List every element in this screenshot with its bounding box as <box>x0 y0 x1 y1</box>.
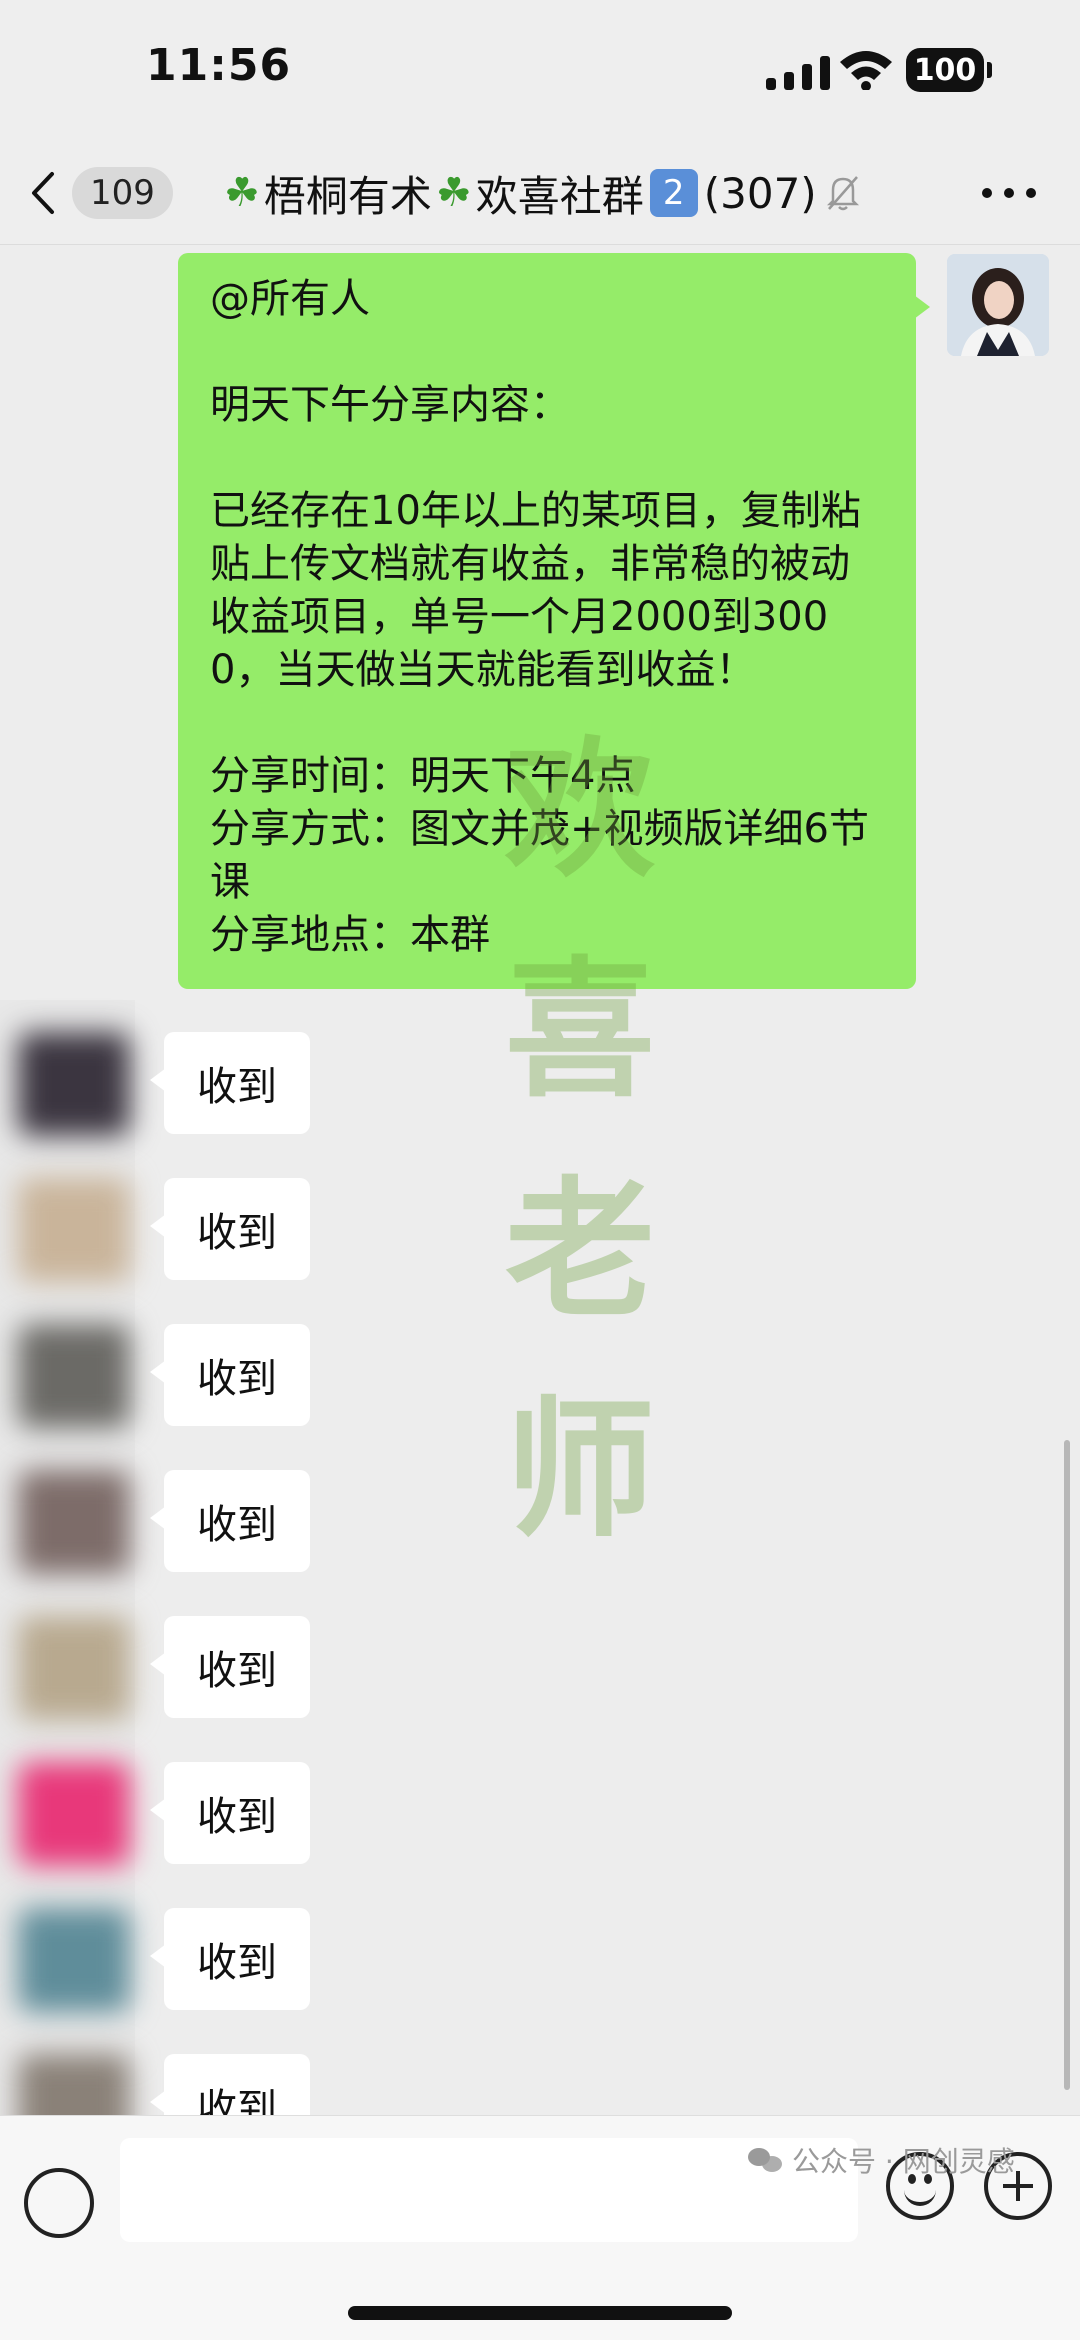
unread-count-badge: 109 <box>72 167 173 219</box>
chat-title[interactable]: ☘ 梧桐有术 ☘ 欢喜社群 2 (307) <box>220 162 870 224</box>
keycap-number: 2 <box>649 169 698 217</box>
mute-bell-icon <box>826 176 859 211</box>
reply-bubble[interactable]: 收到 <box>150 1908 310 2010</box>
message-row: 收到 <box>0 1178 1080 1282</box>
wechat-icon <box>748 2146 784 2174</box>
member-avatar[interactable] <box>18 1762 130 1866</box>
chat-title-name-1: 梧桐有术 <box>263 171 432 221</box>
battery-indicator: 100 <box>906 48 992 92</box>
source-note-text: 公众号 · 网创灵感 <box>792 2145 1015 2178</box>
member-avatar[interactable] <box>18 1178 130 1282</box>
back-button[interactable]: 109 <box>28 158 188 228</box>
chat-header: 109 ☘ 梧桐有术 ☘ 欢喜社群 2 (307) <box>0 140 1080 245</box>
status-bar: 11:56 100 <box>0 0 1080 140</box>
home-indicator[interactable] <box>348 2306 732 2320</box>
member-avatar[interactable] <box>18 1908 130 2012</box>
member-avatar[interactable] <box>18 1616 130 1720</box>
member-avatar[interactable] <box>18 1032 130 1136</box>
member-count: (307) <box>703 168 817 218</box>
clover-icon: ☘ <box>435 170 472 216</box>
reply-bubble[interactable]: 收到 <box>150 1032 310 1134</box>
member-avatar[interactable] <box>18 1470 130 1574</box>
wifi-icon <box>840 51 892 90</box>
battery-level: 100 <box>913 52 977 88</box>
self-avatar[interactable] <box>947 254 1049 356</box>
reply-bubble[interactable]: 收到 <box>150 1178 310 1280</box>
clover-icon: ☘ <box>224 170 260 216</box>
message-row: 收到 <box>0 1908 1080 2012</box>
voice-input-button[interactable] <box>24 2168 94 2238</box>
reply-bubble[interactable]: 收到 <box>150 1762 310 1864</box>
reply-bubble[interactable]: 收到 <box>150 1616 310 1718</box>
chevron-left-icon <box>32 172 54 214</box>
message-row: 收到 <box>0 1616 1080 1720</box>
chat-title-name-2: 欢喜社群 <box>475 171 644 221</box>
person-avatar-icon <box>947 254 1049 356</box>
message-row: 收到 <box>0 1470 1080 1574</box>
status-time: 11:56 <box>146 40 292 91</box>
self-message-bubble[interactable]: @所有人 明天下午分享内容： 已经存在10年以上的某项目，复制粘贴上传文档就有收… <box>178 253 930 989</box>
message-row: 收到 <box>0 1324 1080 1428</box>
reply-bubble[interactable]: 收到 <box>150 1324 310 1426</box>
message-row: 收到 <box>0 1762 1080 1866</box>
scrollbar-thumb[interactable] <box>1064 1440 1070 2090</box>
cellular-signal-icon <box>766 54 832 90</box>
message-row: 收到 <box>0 1032 1080 1136</box>
more-options-button[interactable] <box>980 180 1040 204</box>
member-avatar[interactable] <box>18 1324 130 1428</box>
reply-bubble[interactable]: 收到 <box>150 1470 310 1572</box>
source-watermark: 公众号 · 网创灵感 <box>748 2140 1015 2180</box>
